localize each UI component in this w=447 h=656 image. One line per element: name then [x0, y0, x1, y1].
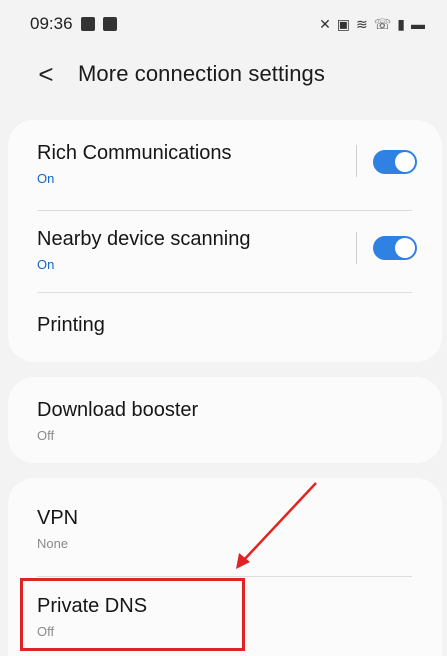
status-bar: 09:36 ✕ ▣ ≋ ☏ ▮ ▬ [0, 0, 447, 48]
wifi-calling-icon: ☏ [373, 16, 392, 32]
settings-card-download-booster: Download booster Off [8, 377, 442, 463]
printing-title: Printing [37, 314, 105, 336]
back-button[interactable]: < [34, 59, 58, 89]
page-title: More connection settings [78, 61, 325, 86]
rich-communications-toggle[interactable] [373, 150, 417, 174]
settings-card-network: VPN None Private DNS Off [8, 478, 442, 656]
private-dns-title: Private DNS [37, 595, 148, 617]
toggle-knob [395, 152, 415, 172]
lock-icon: ▣ [336, 16, 351, 32]
status-time: 09:36 [30, 14, 73, 33]
mute-icon: ✕ [319, 16, 331, 32]
wifi-icon: ≋ [356, 16, 368, 32]
signal-icon: ▮ [397, 16, 405, 32]
download-booster-status: Off [37, 428, 55, 443]
gallery-notification-icon [80, 17, 95, 31]
status-left: 09:36 [30, 14, 117, 34]
vpn-status: None [37, 536, 69, 551]
divider [37, 292, 412, 293]
toggle-separator [356, 232, 357, 264]
divider [37, 576, 412, 577]
printing-row[interactable]: Printing [8, 314, 442, 350]
download-booster-title: Download booster [37, 399, 199, 421]
private-dns-row[interactable]: Private DNS Off [8, 595, 442, 650]
toggle-knob [395, 238, 415, 258]
download-booster-row[interactable]: Download booster Off [8, 399, 442, 449]
nearby-device-scanning-row[interactable]: Nearby device scanning On [8, 228, 442, 288]
status-right: ✕ ▣ ≋ ☏ ▮ ▬ [319, 17, 425, 31]
battery-icon: ▬ [411, 16, 425, 32]
app-header: < More connection settings [0, 48, 447, 100]
settings-card-communications: Rich Communications On Nearby device sca… [8, 120, 442, 362]
vpn-row[interactable]: VPN None [8, 507, 442, 562]
private-dns-status: Off [37, 624, 55, 639]
rich-communications-row[interactable]: Rich Communications On [8, 142, 442, 202]
toggle-separator [356, 145, 357, 177]
chevron-left-icon: < [38, 58, 54, 89]
vpn-title: VPN [37, 507, 79, 529]
divider [37, 210, 412, 211]
checkbox-notification-icon [102, 17, 117, 31]
nearby-device-scanning-toggle[interactable] [373, 236, 417, 260]
